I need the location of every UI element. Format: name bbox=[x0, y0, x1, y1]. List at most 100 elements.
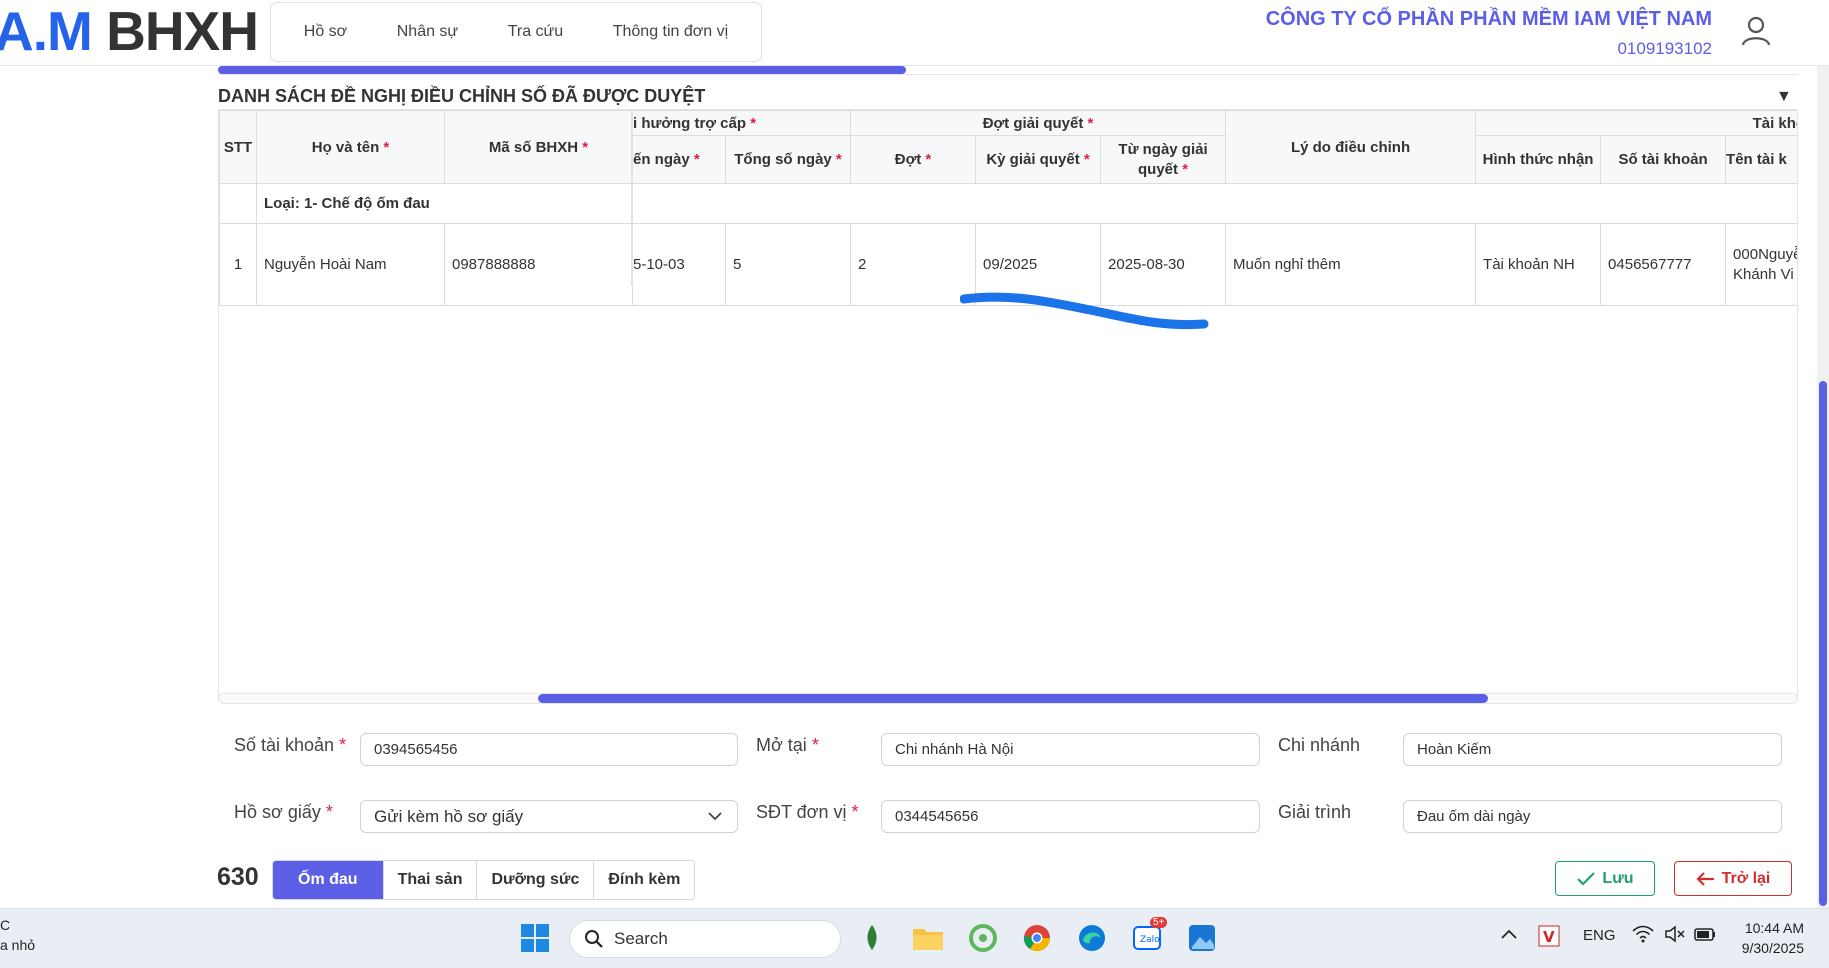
language-indicator[interactable]: ENG bbox=[1583, 927, 1616, 944]
windows-start-icon[interactable] bbox=[518, 921, 552, 955]
cell-name: Nguyễn Hoài Nam bbox=[256, 223, 445, 306]
zalo-icon[interactable]: Zalo 5+ bbox=[1130, 917, 1168, 955]
page-scroll-thumb[interactable] bbox=[1819, 381, 1827, 906]
mongodb-icon[interactable] bbox=[855, 921, 889, 955]
nav-item-nhan-su[interactable]: Nhân sự bbox=[397, 23, 458, 41]
record-count: 630 bbox=[217, 863, 259, 891]
wifi-icon[interactable] bbox=[1632, 925, 1654, 947]
cell-from-date: 2025-08-30 bbox=[1100, 223, 1227, 306]
cell-period: 09/2025 bbox=[975, 223, 1102, 306]
col-acc-no: Số tài khoản bbox=[1600, 135, 1727, 184]
branch-input[interactable]: Hoàn Kiếm bbox=[1403, 733, 1782, 766]
cell-acc-name: 000Nguyễ Khánh Vi bbox=[1725, 223, 1797, 306]
user-icon[interactable] bbox=[1738, 12, 1774, 48]
chevron-down-icon bbox=[708, 812, 722, 821]
grid-table: STT Họ và tên * Mã số BHXH * i hưởng trợ… bbox=[219, 110, 1797, 306]
windows-taskbar: C a nhỏ Search Zalo 5+ V ENG 10:44 AM 9/… bbox=[0, 908, 1829, 968]
top-horizontal-scrollbar[interactable] bbox=[218, 66, 1798, 75]
top-scroll-thumb[interactable] bbox=[218, 66, 906, 74]
taskbar-widget-text[interactable]: C a nhỏ bbox=[0, 915, 35, 955]
cell-receive: Tài khoản NH bbox=[1475, 223, 1602, 306]
volume-muted-icon[interactable] bbox=[1664, 925, 1686, 947]
nav-item-tra-cuu[interactable]: Tra cứu bbox=[508, 23, 563, 41]
group-settle: Đợt giải quyết * bbox=[850, 110, 1227, 136]
phone-label: SĐT đơn vị * bbox=[756, 802, 859, 822]
battery-icon[interactable] bbox=[1693, 925, 1717, 947]
nav-item-thong-tin-don-vi[interactable]: Thông tin đơn vị bbox=[613, 23, 728, 41]
search-placeholder: Search bbox=[614, 929, 668, 948]
collapse-triangle-icon[interactable]: ▼ bbox=[1776, 88, 1792, 106]
photos-icon[interactable] bbox=[1185, 921, 1219, 955]
save-label: Lưu bbox=[1602, 869, 1634, 887]
paper-select-value: Gửi kèm hồ sơ giấy bbox=[374, 807, 524, 826]
group-benefit: i hưởng trợ cấp * bbox=[631, 110, 852, 136]
phone-input[interactable]: 0344545656 bbox=[881, 800, 1260, 833]
branch-label: Chi nhánh bbox=[1278, 735, 1361, 755]
logo-text-b: BHXH bbox=[106, 0, 259, 62]
back-label: Trở lại bbox=[1721, 869, 1771, 887]
cell-batch: 2 bbox=[850, 223, 977, 306]
col-period: Kỳ giải quyết * bbox=[975, 135, 1102, 184]
app-logo[interactable]: A.M BHXH bbox=[0, 0, 259, 62]
paper-label: Hồ sơ giấy * bbox=[234, 802, 333, 822]
file-explorer-icon[interactable] bbox=[911, 921, 945, 955]
col-batch: Đợt * bbox=[850, 135, 977, 184]
main-nav: Hồ sơ Nhân sự Tra cứu Thông tin đơn vị bbox=[270, 2, 762, 62]
save-button[interactable]: Lưu bbox=[1555, 861, 1655, 896]
col-receive: Hình thức nhận bbox=[1475, 135, 1602, 184]
system-clock[interactable]: 10:44 AM 9/30/2025 bbox=[1720, 918, 1804, 958]
benefit-tabs: Ốm đau Thai sản Dưỡng sức Đính kèm bbox=[272, 860, 696, 900]
company-info: CÔNG TY CỔ PHẦN PHẦN MỀM IAM VIỆT NAM 01… bbox=[1266, 8, 1712, 59]
tab-om-dau[interactable]: Ốm đau bbox=[273, 861, 384, 899]
edge-icon[interactable] bbox=[1075, 921, 1109, 955]
company-name: CÔNG TY CỔ PHẦN PHẦN MỀM IAM VIỆT NAM bbox=[1265, 8, 1712, 30]
tray-chevron-up-icon[interactable] bbox=[1500, 927, 1518, 945]
tab-thai-san[interactable]: Thai sản bbox=[384, 861, 478, 899]
open-at-label: Mở tại * bbox=[756, 735, 819, 755]
open-at-input[interactable]: Chi nhánh Hà Nội bbox=[881, 733, 1260, 766]
app-window: A.M BHXH Hồ sơ Nhân sự Tra cứu Thông tin… bbox=[0, 0, 1829, 908]
col-name: Họ và tên * bbox=[256, 110, 445, 184]
group-account: Tài kho bbox=[1475, 110, 1797, 136]
col-total-days: Tổng số ngày * bbox=[724, 135, 852, 184]
clock-time: 10:44 AM bbox=[1744, 920, 1804, 936]
col-from-date: Từ ngày giải quyết * bbox=[1100, 135, 1227, 184]
company-code: 0109193102 bbox=[1617, 39, 1712, 58]
back-button[interactable]: Trở lại bbox=[1674, 861, 1792, 896]
paper-select[interactable]: Gửi kèm hồ sơ giấy bbox=[360, 800, 738, 833]
group-row: Loại: 1- Chế độ ốm đau bbox=[219, 183, 1797, 224]
svg-text:Zalo: Zalo bbox=[1140, 935, 1160, 945]
cell-acc-no: 0456567777 bbox=[1600, 223, 1727, 306]
col-reason: Lý do điều chỉnh bbox=[1225, 110, 1477, 184]
tab-dinh-kem[interactable]: Đính kèm bbox=[594, 861, 694, 899]
col-acc-name: Tên tài k bbox=[1725, 135, 1797, 184]
table-horizontal-scrollbar[interactable] bbox=[218, 693, 1798, 704]
table-scroll-thumb[interactable] bbox=[538, 694, 1488, 703]
cell-bhxh: 0987888888 bbox=[444, 223, 633, 306]
top-header: A.M BHXH Hồ sơ Nhân sự Tra cứu Thông tin… bbox=[0, 0, 1829, 66]
arrow-left-icon bbox=[1696, 871, 1714, 886]
group-label: Loại: 1- Chế độ ốm đau bbox=[255, 183, 1797, 224]
col-stt: STT bbox=[219, 110, 257, 184]
check-icon bbox=[1577, 871, 1596, 886]
chrome-icon[interactable] bbox=[1020, 921, 1054, 955]
account-label: Số tài khoản * bbox=[234, 735, 347, 755]
taskbar-search[interactable]: Search bbox=[569, 920, 841, 958]
cell-to-date: 5-10-03 bbox=[632, 223, 726, 306]
table-row[interactable]: 1 Nguyễn Hoài Nam 0987888888 5-10-03 5 2… bbox=[219, 223, 1797, 306]
svg-text:V: V bbox=[1543, 928, 1555, 946]
tab-duong-suc[interactable]: Dưỡng sức bbox=[477, 861, 595, 899]
section-title: DANH SÁCH ĐỀ NGHỊ ĐIỀU CHỈNH SỐ ĐÃ ĐƯỢC … bbox=[218, 86, 706, 106]
nav-item-ho-so[interactable]: Hồ sơ bbox=[304, 23, 347, 41]
account-number-input[interactable]: 0394565456 bbox=[360, 733, 738, 766]
vivaldi-tray-icon[interactable]: V bbox=[1538, 925, 1560, 951]
search-icon bbox=[585, 930, 603, 948]
explain-label: Giải trình bbox=[1278, 802, 1352, 822]
cell-total-days: 5 bbox=[724, 223, 852, 306]
app-green-icon[interactable] bbox=[966, 921, 1000, 955]
col-to-date: ến ngày * bbox=[632, 135, 726, 184]
page-vertical-scrollbar[interactable] bbox=[1817, 66, 1829, 908]
zalo-badge: 5+ bbox=[1150, 917, 1168, 928]
logo-text-a: A.M bbox=[0, 0, 93, 62]
explain-input[interactable]: Đau ốm dài ngày bbox=[1403, 800, 1782, 833]
